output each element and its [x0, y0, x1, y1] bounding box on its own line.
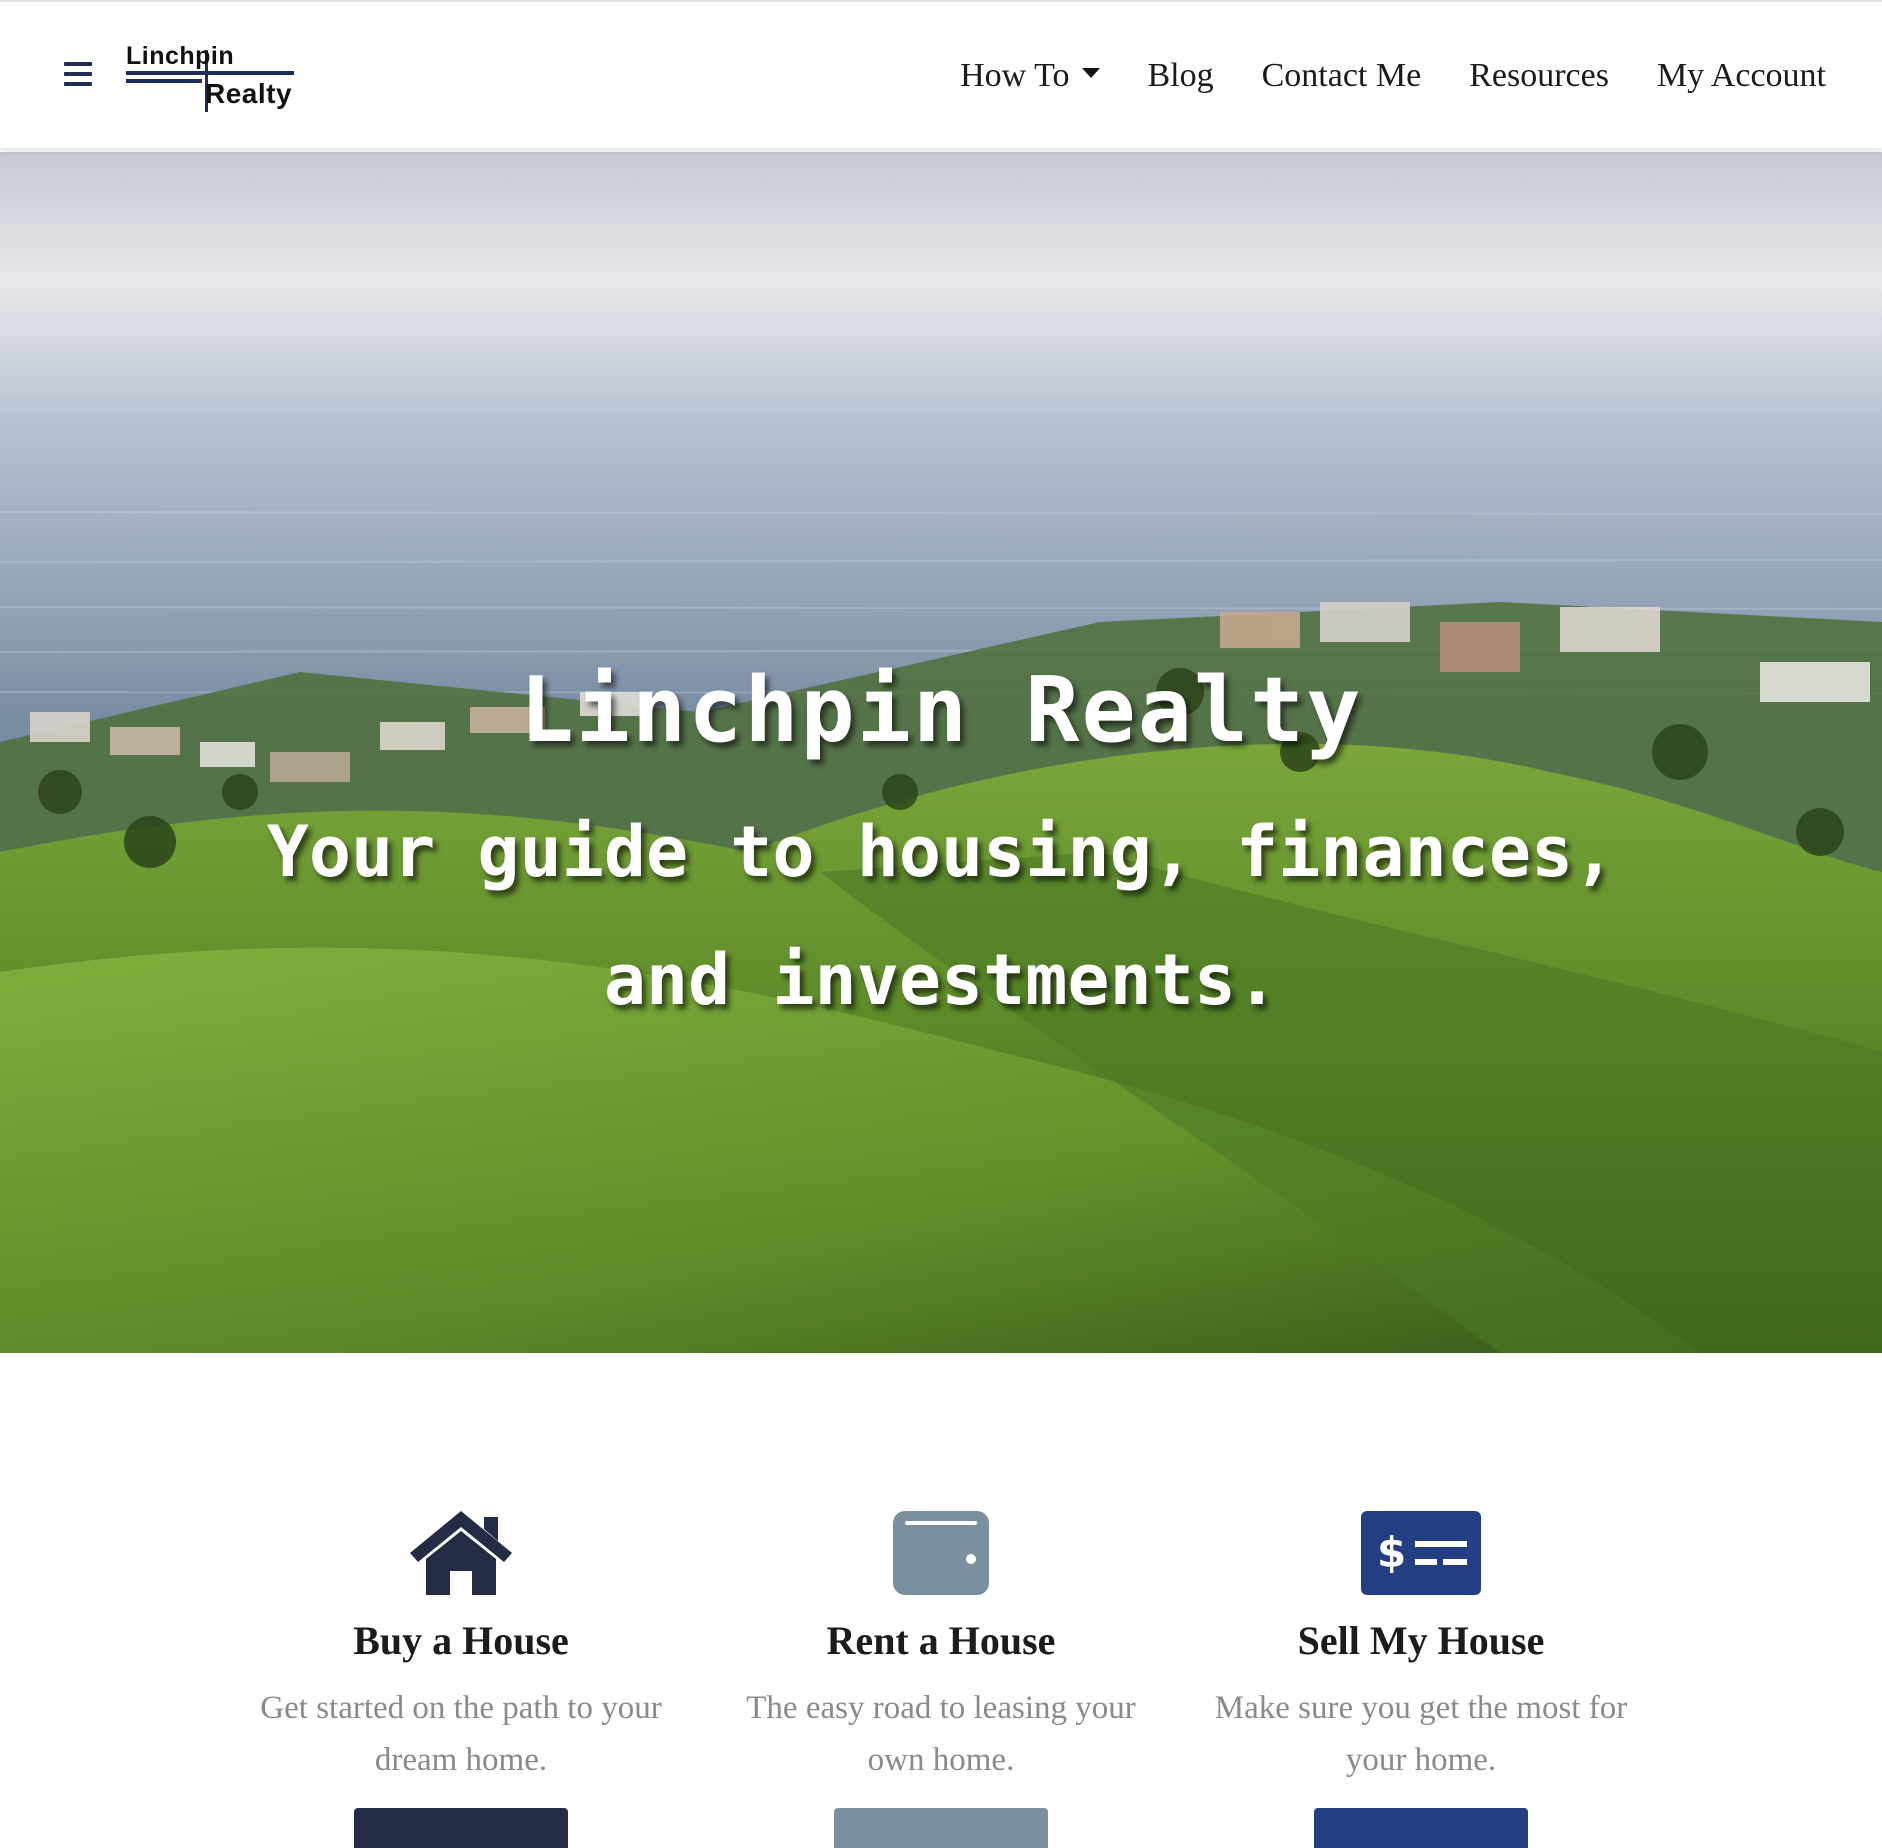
nav-my-account[interactable]: My Account	[1657, 57, 1826, 95]
service-rent-description: The easy road to leasing your own home.	[746, 1690, 1136, 1778]
nav-how-to-dropdown[interactable]: How To	[960, 57, 1100, 95]
logo-text-line2: Realty	[205, 78, 293, 109]
hero-subtitle: Your guide to housing, finances, and inv…	[266, 811, 1616, 1022]
hero-banner: Linchpin Realty Your guide to housing, f…	[0, 152, 1882, 1353]
service-buy: Buy a House Get started on the path to y…	[241, 1503, 681, 1786]
service-rent-title: Rent a House	[826, 1618, 1056, 1663]
service-buy-description: Get started on the path to your dream ho…	[260, 1690, 662, 1778]
service-sell-description: Make sure you get the most for your home…	[1214, 1690, 1628, 1778]
house-icon	[241, 1503, 681, 1595]
sell-house-button[interactable]	[1314, 1808, 1528, 1848]
service-rent: Rent a House The easy road to leasing yo…	[721, 1503, 1161, 1786]
caret-down-icon	[1081, 68, 1100, 78]
rent-house-button[interactable]	[834, 1808, 1048, 1848]
hero-title: Linchpin Realty	[519, 658, 1363, 764]
buy-house-button[interactable]	[354, 1808, 568, 1848]
nav-how-to-label: How To	[960, 57, 1070, 94]
nav-contact-me[interactable]: Contact Me	[1262, 57, 1422, 95]
brand-logo[interactable]: Linchpin Realty	[126, 42, 296, 114]
nav-resources[interactable]: Resources	[1469, 57, 1609, 95]
top-navbar: Linchpin Realty How To Blog Contact Me R…	[0, 0, 1882, 148]
svg-text:$: $	[1377, 1528, 1406, 1577]
money-check-icon: $	[1201, 1503, 1641, 1595]
wallet-icon	[721, 1503, 1161, 1595]
service-buy-title: Buy a House	[353, 1618, 569, 1663]
services-section: Buy a House Get started on the path to y…	[0, 1353, 1882, 1848]
logo-text-line1: Linchpin	[126, 42, 235, 70]
hamburger-icon[interactable]	[64, 62, 92, 86]
main-nav: How To Blog Contact Me Resources My Acco…	[960, 54, 1826, 98]
service-sell: $ Sell My House Make sure you get the mo…	[1201, 1503, 1641, 1786]
nav-blog[interactable]: Blog	[1148, 57, 1214, 95]
service-sell-title: Sell My House	[1297, 1618, 1545, 1663]
